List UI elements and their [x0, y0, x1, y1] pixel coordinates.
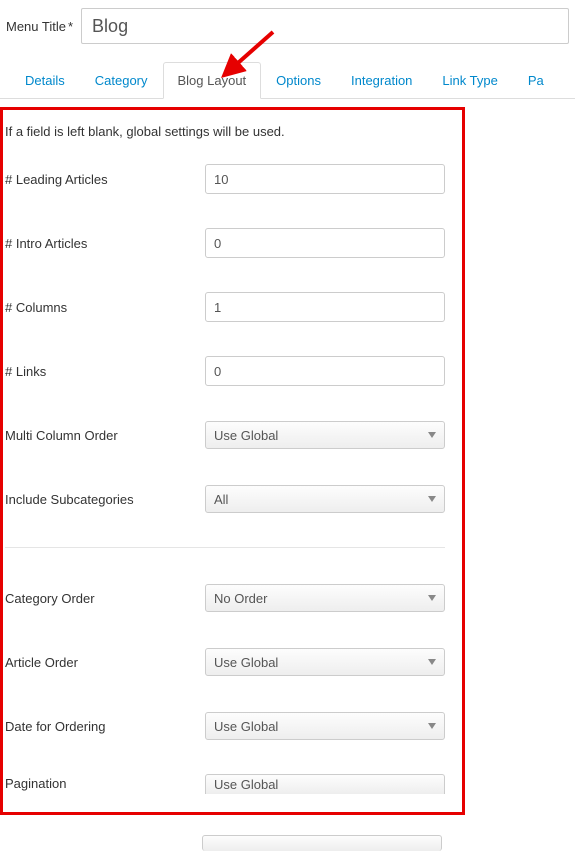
menu-title-label: Menu Title* — [6, 19, 73, 34]
leading-articles-label: # Leading Articles — [5, 172, 205, 187]
tabs-bar: Details Category Blog Layout Options Int… — [0, 62, 575, 99]
article-order-label: Article Order — [5, 655, 205, 670]
multi-column-order-select[interactable]: Use Global — [205, 421, 445, 449]
links-input[interactable] — [205, 356, 445, 386]
tab-details[interactable]: Details — [10, 62, 80, 99]
chevron-down-icon — [428, 659, 436, 665]
highlight-box: If a field is left blank, global setting… — [0, 107, 465, 815]
intro-articles-label: # Intro Articles — [5, 236, 205, 251]
intro-articles-input[interactable] — [205, 228, 445, 258]
tab-link-type[interactable]: Link Type — [427, 62, 512, 99]
tab-category[interactable]: Category — [80, 62, 163, 99]
pagination-results-select[interactable] — [202, 835, 442, 851]
chevron-down-icon — [428, 723, 436, 729]
include-subcategories-select[interactable]: All — [205, 485, 445, 513]
tab-page-partial[interactable]: Pa — [513, 62, 559, 99]
date-for-ordering-select[interactable]: Use Global — [205, 712, 445, 740]
include-subcategories-label: Include Subcategories — [5, 492, 205, 507]
chevron-down-icon — [428, 432, 436, 438]
columns-input[interactable] — [205, 292, 445, 322]
columns-label: # Columns — [5, 300, 205, 315]
tab-integration[interactable]: Integration — [336, 62, 427, 99]
date-for-ordering-label: Date for Ordering — [5, 719, 205, 734]
category-order-select[interactable]: No Order — [205, 584, 445, 612]
multi-column-order-label: Multi Column Order — [5, 428, 205, 443]
pagination-select[interactable]: Use Global — [205, 774, 445, 794]
help-text: If a field is left blank, global setting… — [3, 124, 462, 163]
links-label: # Links — [5, 364, 205, 379]
category-order-label: Category Order — [5, 591, 205, 606]
tab-blog-layout[interactable]: Blog Layout — [163, 62, 262, 99]
section-divider — [5, 547, 445, 548]
tab-options[interactable]: Options — [261, 62, 336, 99]
chevron-down-icon — [428, 595, 436, 601]
pagination-label: Pagination — [5, 774, 205, 794]
chevron-down-icon — [428, 496, 436, 502]
article-order-select[interactable]: Use Global — [205, 648, 445, 676]
menu-title-input[interactable] — [81, 8, 569, 44]
leading-articles-input[interactable] — [205, 164, 445, 194]
